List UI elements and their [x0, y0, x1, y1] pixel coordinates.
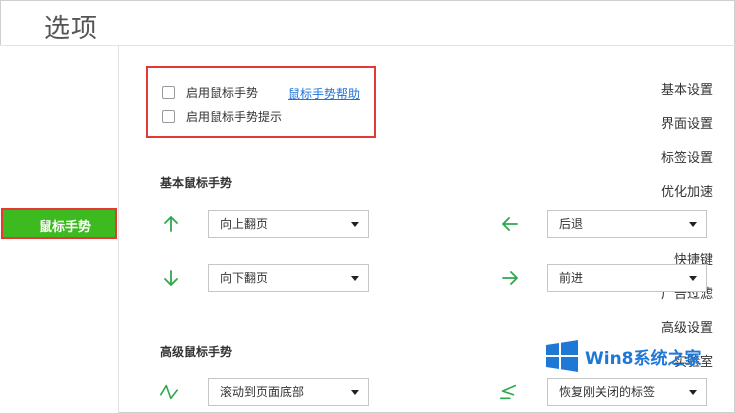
return-gesture-icon — [499, 384, 517, 400]
chevron-down-icon — [689, 222, 697, 227]
arrow-up-icon — [164, 216, 178, 232]
gesture-right-select[interactable]: 前进 — [547, 264, 707, 292]
arrow-right-icon — [502, 271, 518, 285]
gesture-down-select[interactable]: 向下翻页 — [208, 264, 369, 292]
sidebar-item-basic[interactable]: 基本设置 — [661, 79, 713, 98]
basic-gestures-title: 基本鼠标手势 — [160, 176, 233, 190]
enable-tips-row: 启用鼠标手势提示 — [162, 108, 282, 125]
gesture-right-value: 前进 — [559, 271, 584, 285]
watermark: Win8系统之家 — [545, 340, 702, 372]
gesture-down-value: 向下翻页 — [220, 271, 269, 285]
windows-logo-icon — [546, 340, 578, 372]
chevron-down-icon — [689, 390, 697, 395]
gesture-advanced-2-value: 恢复刚关闭的标签 — [559, 385, 656, 399]
chevron-down-icon — [351, 276, 359, 281]
gesture-advanced-1-value: 滚动到页面底部 — [220, 385, 305, 399]
gesture-advanced-2-select[interactable]: 恢复刚关闭的标签 — [547, 378, 707, 406]
enable-gesture-checkbox[interactable] — [162, 86, 175, 99]
sidebar-divider — [118, 46, 119, 413]
sidebar-item-interface[interactable]: 界面设置 — [661, 113, 713, 132]
sidebar-item-optimize[interactable]: 优化加速 — [661, 181, 713, 200]
zigzag-gesture-icon — [160, 384, 178, 400]
arrow-down-icon — [164, 270, 178, 286]
gesture-left-value: 后退 — [559, 217, 584, 231]
chevron-down-icon — [351, 222, 359, 227]
enable-tips-label: 启用鼠标手势提示 — [186, 110, 283, 124]
window-title: 选项 — [44, 14, 99, 44]
sidebar-item-label: 鼠标手势 — [39, 220, 92, 235]
chevron-down-icon — [351, 390, 359, 395]
gesture-up-select[interactable]: 向上翻页 — [208, 210, 369, 238]
watermark-text: Win8系统之家 — [585, 348, 702, 369]
gesture-advanced-1-select[interactable]: 滚动到页面底部 — [208, 378, 369, 406]
gesture-left-select[interactable]: 后退 — [547, 210, 707, 238]
arrow-left-icon — [502, 217, 518, 231]
highlight-box — [146, 66, 376, 138]
enable-gesture-label: 启用鼠标手势 — [186, 86, 259, 100]
sidebar-item-advanced[interactable]: 高级设置 — [661, 317, 713, 336]
enable-tips-checkbox[interactable] — [162, 110, 175, 123]
sidebar-item-tabs[interactable]: 标签设置 — [661, 147, 713, 166]
gesture-up-value: 向上翻页 — [220, 217, 269, 231]
chevron-down-icon — [689, 276, 697, 281]
gesture-help-link[interactable]: 鼠标手势帮助 — [288, 85, 360, 102]
sidebar-item-mouse-gesture[interactable]: 鼠标手势 — [1, 208, 117, 239]
enable-gesture-row: 启用鼠标手势 — [162, 84, 258, 101]
advanced-gestures-title: 高级鼠标手势 — [160, 345, 233, 359]
